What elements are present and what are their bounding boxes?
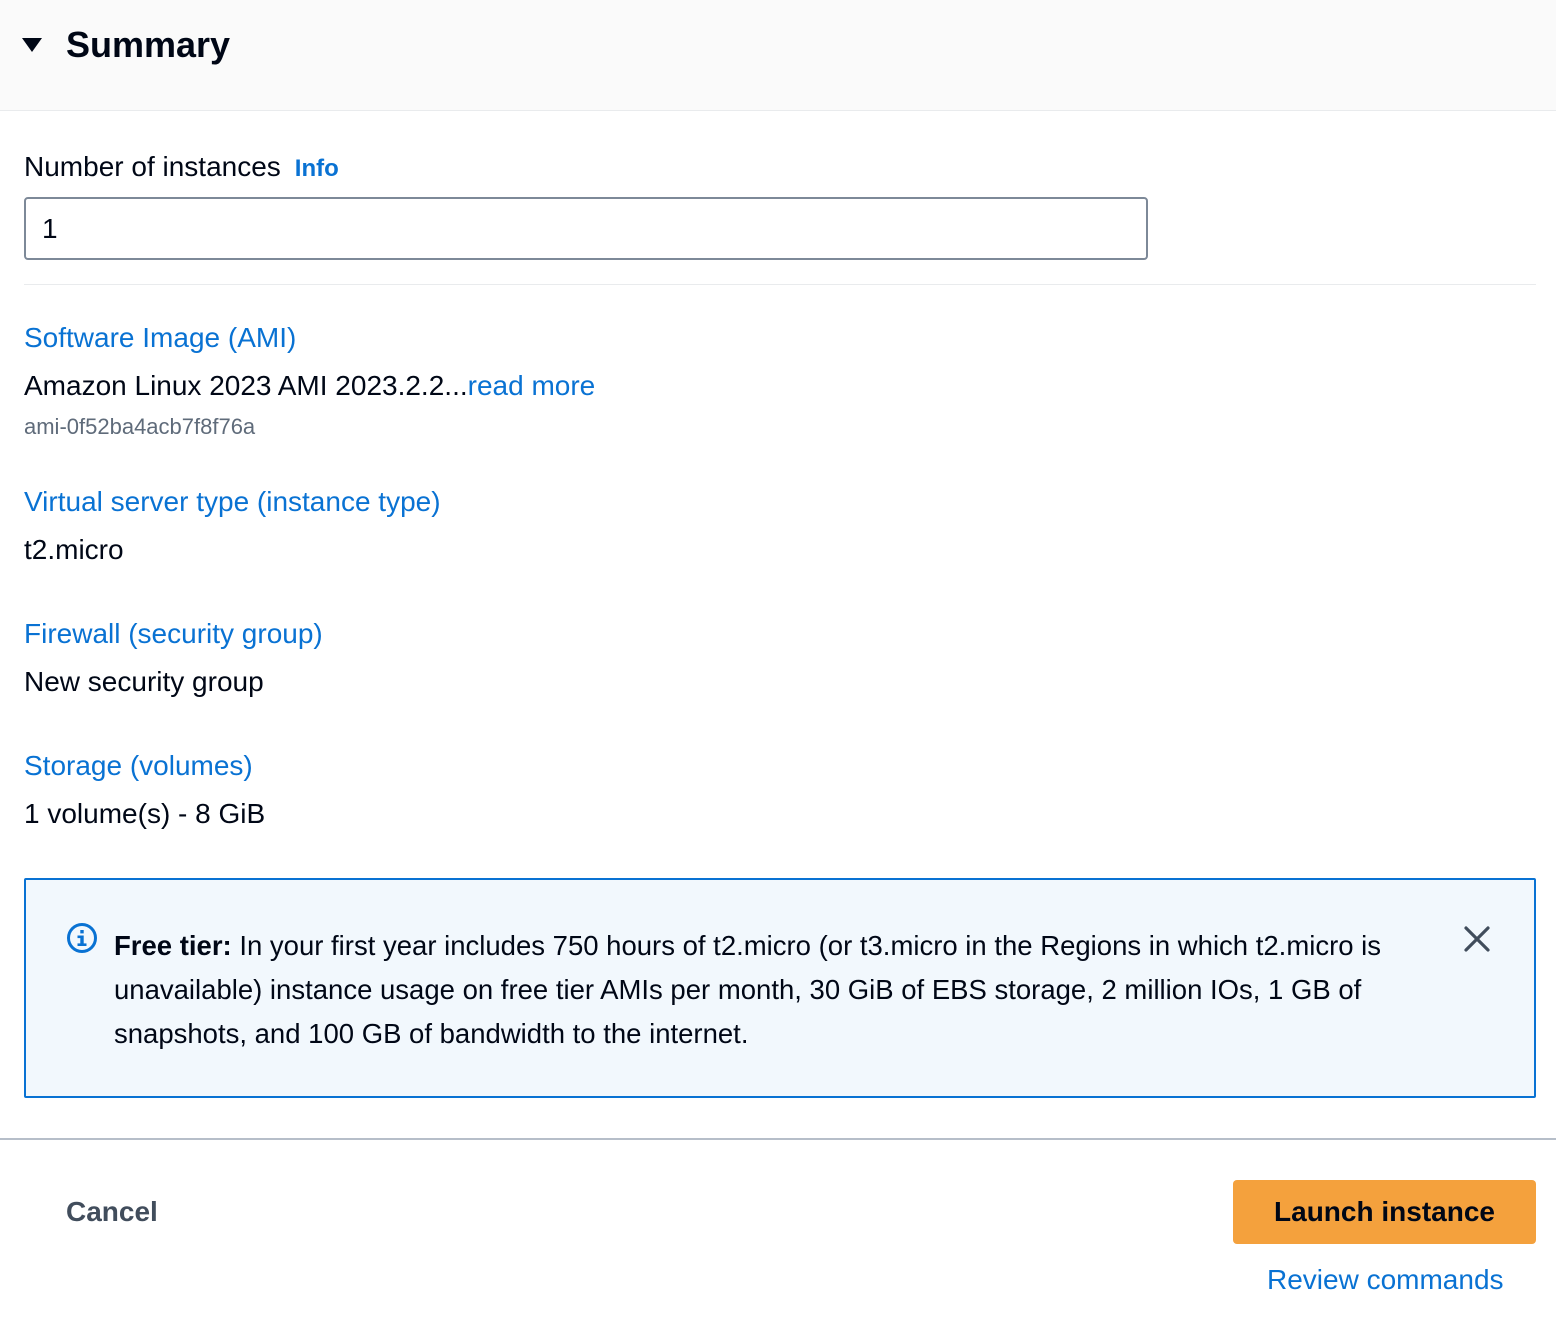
footer-divider: [0, 1138, 1556, 1140]
number-of-instances-input[interactable]: [24, 197, 1148, 260]
info-circle-icon: [67, 923, 97, 953]
ami-title-link[interactable]: Software Image (AMI): [24, 322, 296, 354]
firewall-value: New security group: [24, 666, 264, 697]
firewall-title-link[interactable]: Firewall (security group): [24, 618, 323, 650]
summary-panel: Summary Number of instances Info Softwar…: [0, 0, 1556, 1320]
instances-label-row: Number of instances Info: [24, 151, 339, 183]
free-tier-text: Free tier: In your first year includes 7…: [114, 924, 1444, 1056]
storage-title-link[interactable]: Storage (volumes): [24, 750, 253, 782]
free-tier-alert: Free tier: In your first year includes 7…: [24, 878, 1536, 1098]
summary-title: Summary: [66, 24, 231, 65]
review-commands-link[interactable]: Review commands: [1267, 1264, 1504, 1296]
ami-id: ami-0f52ba4acb7f8f76a: [24, 414, 256, 439]
instance-type-title-link[interactable]: Virtual server type (instance type): [24, 486, 441, 518]
caret-down-icon[interactable]: [22, 38, 42, 52]
free-tier-description: In your first year includes 750 hours of…: [114, 930, 1382, 1049]
read-more-link[interactable]: read more: [468, 370, 596, 401]
launch-instance-button[interactable]: Launch instance: [1233, 1180, 1536, 1244]
storage-value: 1 volume(s) - 8 GiB: [24, 798, 266, 829]
close-icon[interactable]: [1462, 924, 1492, 954]
ami-name: Amazon Linux 2023 AMI 2023.2.2...: [24, 370, 468, 401]
free-tier-bold-label: Free tier:: [114, 930, 232, 961]
instance-type-value: t2.micro: [24, 534, 124, 565]
ami-value: Amazon Linux 2023 AMI 2023.2.2...read mo…: [24, 370, 595, 402]
summary-header[interactable]: Summary: [0, 0, 1556, 111]
instances-label: Number of instances: [24, 151, 281, 182]
divider: [24, 284, 1536, 285]
cancel-button[interactable]: Cancel: [46, 1180, 178, 1244]
info-link[interactable]: Info: [295, 155, 339, 183]
